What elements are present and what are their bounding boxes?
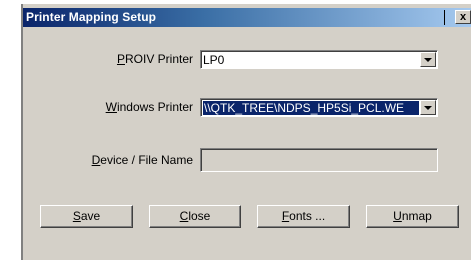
chevron-down-icon[interactable] <box>420 52 436 67</box>
windows-printer-label-text: indows Printer <box>116 100 193 114</box>
device-file-name-label-text: evice / File Name <box>100 153 193 167</box>
windows-printer-select[interactable]: \\QTK_TREE\NDPS_HP5Si_PCL.WE <box>200 98 438 117</box>
proiv-printer-label: PROIV Printer <box>83 52 193 66</box>
close-icon[interactable]: x <box>455 10 471 24</box>
windows-printer-value: \\QTK_TREE\NDPS_HP5Si_PCL.WE <box>203 101 419 115</box>
window-title: Printer Mapping Setup <box>26 10 157 24</box>
proiv-printer-value: LP0 <box>203 53 225 67</box>
proiv-printer-accel: P <box>116 52 125 66</box>
chevron-down-icon[interactable] <box>420 100 436 115</box>
windows-printer-label: Windows Printer <box>83 100 193 114</box>
title-separator <box>444 10 445 25</box>
unmap-button[interactable]: Unmap <box>366 205 459 228</box>
windows-printer-accel: W <box>105 100 117 114</box>
device-file-name-label: Device / File Name <box>63 153 193 167</box>
device-file-name-field <box>200 148 438 172</box>
unmap-label: nmap <box>401 209 432 223</box>
save-label: ave <box>80 209 101 223</box>
proiv-printer-select[interactable]: LP0 <box>200 50 438 69</box>
printer-mapping-dialog: Printer Mapping Setup x PROIV Printer LP… <box>21 4 471 260</box>
save-accel: S <box>72 209 81 223</box>
device-file-name-accel: D <box>91 153 101 167</box>
save-button[interactable]: Save <box>40 205 133 228</box>
unmap-accel: U <box>393 209 402 223</box>
close-button[interactable]: Close <box>149 205 241 228</box>
fonts-button[interactable]: Fonts ... <box>257 205 350 228</box>
close-label: lose <box>188 209 211 223</box>
title-bar[interactable]: Printer Mapping Setup x <box>23 8 471 27</box>
proiv-printer-label-text: ROIV Printer <box>124 52 193 66</box>
fonts-label: onts ... <box>289 209 326 223</box>
